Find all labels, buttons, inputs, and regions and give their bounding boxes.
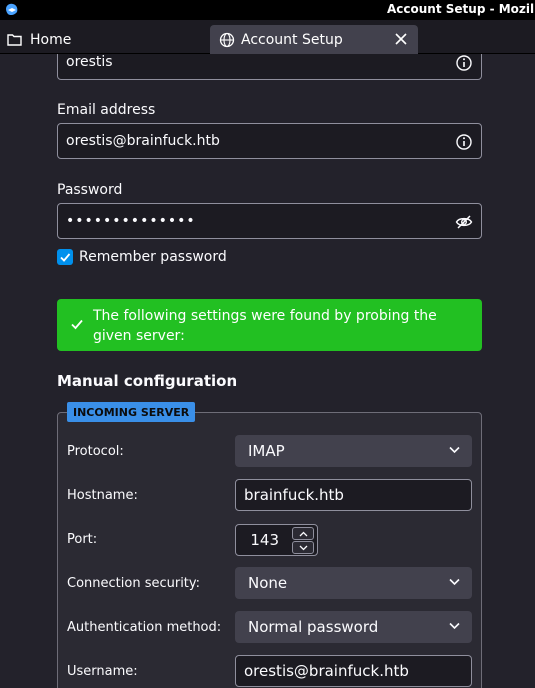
auth-method-select[interactable]: Normal password — [235, 611, 472, 643]
email-field[interactable]: orestis@brainfuck.htb — [57, 123, 482, 159]
port-stepper[interactable]: 143 — [235, 524, 318, 556]
password-label: Password — [57, 182, 123, 198]
chevron-down-icon — [449, 446, 460, 454]
tab-bar: Home Account Setup — [0, 20, 535, 54]
window-titlebar: Account Setup - Mozilla Th — [0, 0, 535, 20]
connection-security-value: None — [248, 574, 288, 592]
eye-slash-icon[interactable] — [455, 213, 473, 231]
hostname-label: Hostname: — [67, 488, 138, 503]
protocol-select-value: IMAP — [248, 442, 285, 460]
incoming-server-badge: INCOMING SERVER — [67, 402, 196, 422]
protocol-select[interactable]: IMAP — [235, 435, 472, 467]
port-increment-button[interactable] — [292, 527, 314, 540]
hostname-input-value: brainfuck.htb — [244, 486, 344, 504]
protocol-label: Protocol: — [67, 444, 124, 459]
connection-security-label: Connection security: — [67, 576, 201, 591]
remember-password-checkbox[interactable] — [57, 249, 73, 265]
manual-config-title: Manual configuration — [57, 372, 238, 390]
port-decrement-button[interactable] — [292, 541, 314, 554]
thunderbird-icon — [6, 3, 18, 16]
remember-password-row[interactable]: Remember password — [57, 249, 227, 265]
tab-home-label: Home — [30, 31, 72, 48]
info-icon — [456, 55, 472, 71]
chevron-down-icon — [299, 545, 307, 550]
account-setup-page: orestis Email address orestis@brainfuck.… — [0, 54, 535, 688]
username-input-value: orestis@brainfuck.htb — [244, 662, 409, 680]
globe-icon — [219, 32, 235, 47]
tab-account-setup[interactable]: Account Setup — [210, 25, 418, 54]
window-title: Account Setup - Mozilla Th — [387, 2, 535, 16]
tab-home[interactable]: Home — [0, 25, 205, 54]
probe-success-text: The following settings were found by pro… — [93, 308, 437, 344]
chevron-down-icon — [449, 622, 460, 630]
checkmark-icon — [60, 253, 71, 262]
folder-icon — [7, 34, 22, 46]
email-field-value: orestis@brainfuck.htb — [66, 133, 220, 149]
username-input[interactable]: orestis@brainfuck.htb — [235, 655, 472, 687]
close-icon[interactable] — [394, 32, 408, 46]
chevron-up-icon — [299, 531, 307, 536]
tab-account-setup-label: Account Setup — [241, 31, 343, 48]
chevron-down-icon — [449, 578, 460, 586]
hostname-input[interactable]: brainfuck.htb — [235, 479, 472, 511]
password-field-value: •••••••••••••• — [66, 213, 196, 229]
remember-password-label: Remember password — [79, 249, 227, 265]
auth-method-value: Normal password — [248, 618, 379, 636]
username-label: Username: — [67, 664, 138, 679]
password-field[interactable]: •••••••••••••• — [57, 203, 482, 239]
auth-method-label: Authentication method: — [67, 620, 222, 635]
port-value: 143 — [250, 531, 279, 549]
name-field[interactable]: orestis — [57, 54, 482, 80]
info-icon — [456, 134, 472, 150]
email-label: Email address — [57, 102, 156, 118]
connection-security-select[interactable]: None — [235, 567, 472, 599]
name-field-value: orestis — [66, 54, 113, 70]
port-label: Port: — [67, 532, 98, 547]
probe-success-notice: The following settings were found by pro… — [57, 299, 482, 351]
check-icon — [71, 319, 83, 330]
